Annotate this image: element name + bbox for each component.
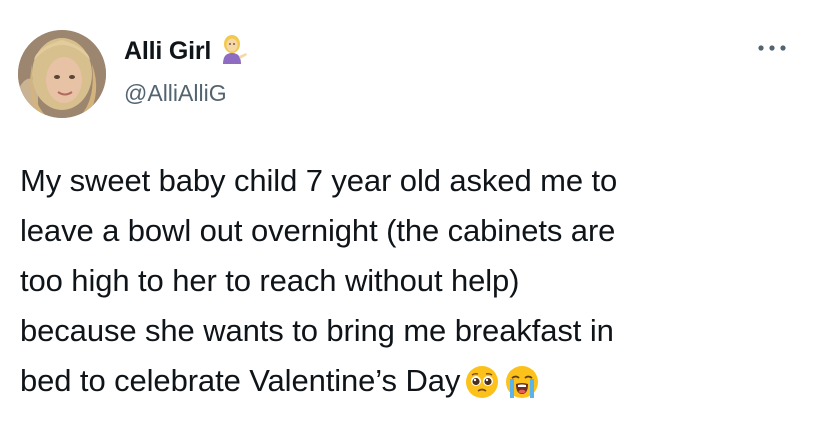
avatar[interactable] bbox=[18, 30, 106, 118]
tweet-line-text: bed to celebrate Valentine’s Day bbox=[20, 363, 461, 398]
more-options-icon[interactable] bbox=[752, 36, 792, 60]
tweet-line: too high to her to reach without help) bbox=[20, 263, 520, 298]
tweet-line: My sweet baby child 7 year old asked me … bbox=[20, 163, 618, 198]
woman-tipping-hand-icon bbox=[219, 34, 249, 69]
tweet-line: leave a bowl out overnight (the cabinets… bbox=[20, 213, 616, 248]
tweet-line: because she wants to bring me breakfast … bbox=[20, 313, 614, 348]
author-name-row[interactable]: Alli Girl bbox=[124, 34, 249, 68]
tweet-text: My sweet baby child 7 year old asked me … bbox=[20, 156, 800, 406]
tweet-line-last: bed to celebrate Valentine’s Day bbox=[20, 356, 800, 406]
pleading-face-icon bbox=[464, 364, 500, 415]
display-name[interactable]: Alli Girl bbox=[124, 37, 211, 66]
loudly-crying-face-icon bbox=[504, 364, 540, 415]
author-handle[interactable]: @AlliAlliG bbox=[124, 80, 227, 107]
